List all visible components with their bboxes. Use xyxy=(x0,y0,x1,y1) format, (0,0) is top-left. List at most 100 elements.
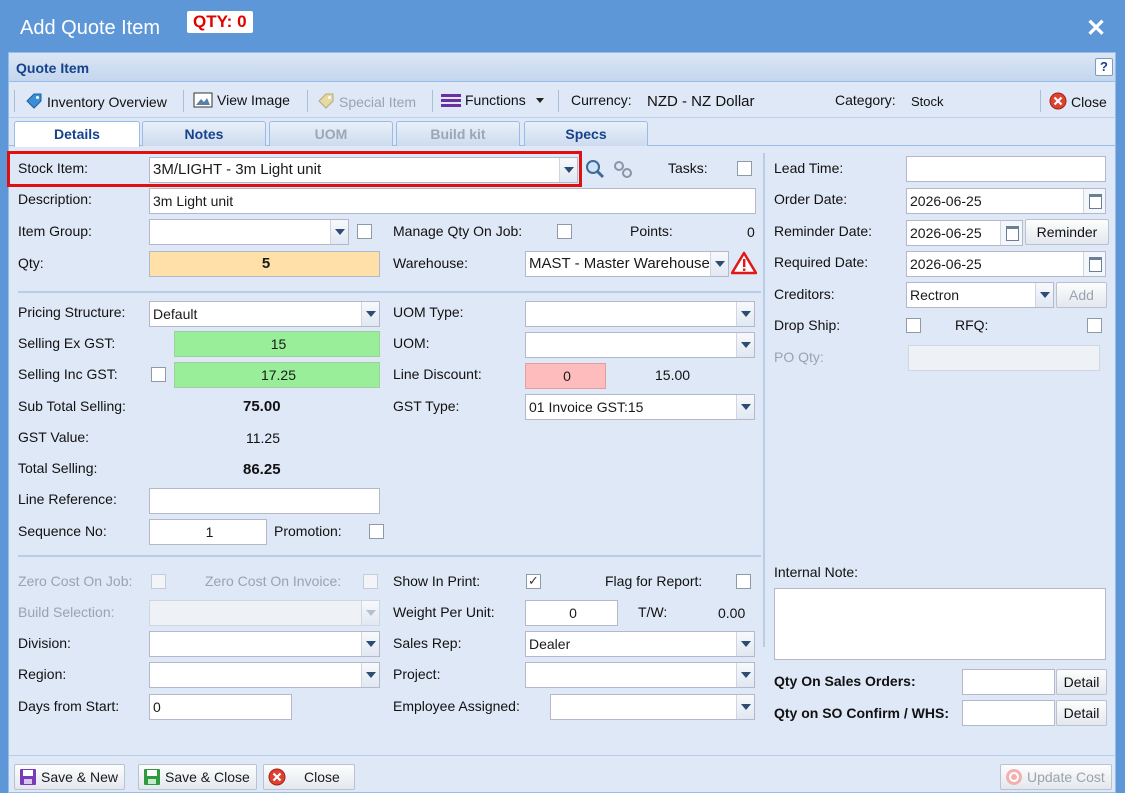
sequence-no-input[interactable]: 1 xyxy=(149,519,267,545)
help-button[interactable]: ? xyxy=(1095,58,1113,76)
zero-cost-invoice-label: Zero Cost On Invoice: xyxy=(205,573,342,589)
line-reference-input[interactable] xyxy=(149,488,380,514)
calendar-icon[interactable] xyxy=(1083,189,1105,213)
selling-inc-gst-label: Selling Inc GST: xyxy=(18,366,118,382)
drop-ship-label: Drop Ship: xyxy=(774,317,841,333)
link-icon[interactable] xyxy=(611,158,635,180)
pricing-structure-combo[interactable]: Default xyxy=(149,301,380,327)
zero-cost-invoice-checkbox[interactable] xyxy=(363,574,378,589)
order-date-label: Order Date: xyxy=(774,191,848,207)
qty-on-so-detail-button[interactable]: Detail xyxy=(1056,669,1107,695)
search-icon[interactable] xyxy=(584,158,606,180)
promotion-checkbox[interactable] xyxy=(369,524,384,539)
required-date-label: Required Date: xyxy=(774,254,869,270)
manage-qty-checkbox[interactable] xyxy=(557,224,572,239)
column-divider xyxy=(763,153,765,647)
sequence-no-label: Sequence No: xyxy=(18,523,107,539)
view-image-button[interactable]: View Image xyxy=(193,92,290,108)
qty-on-so-confirm-detail-button[interactable]: Detail xyxy=(1056,700,1107,726)
qty-input[interactable]: 5 xyxy=(149,251,380,277)
description-input[interactable]: 3m Light unit xyxy=(149,188,756,214)
order-date-input[interactable]: 2026-06-25 xyxy=(906,188,1106,214)
calendar-icon[interactable] xyxy=(1000,221,1022,245)
tab-details[interactable]: Details xyxy=(14,121,140,147)
zero-cost-job-checkbox[interactable] xyxy=(151,574,166,589)
selling-inc-gst-input[interactable]: 17.25 xyxy=(174,362,380,388)
image-icon xyxy=(193,92,213,108)
calendar-icon[interactable] xyxy=(1083,252,1105,276)
section-divider xyxy=(18,291,761,293)
qty-on-so-label: Qty On Sales Orders: xyxy=(774,673,916,689)
line-discount-amount: 15.00 xyxy=(655,367,691,383)
internal-note-label: Internal Note: xyxy=(774,564,859,580)
tab-notes[interactable]: Notes xyxy=(142,121,266,146)
special-item-button[interactable]: Special Item xyxy=(317,92,416,110)
tag-icon xyxy=(26,93,42,109)
po-qty-input[interactable] xyxy=(908,345,1100,371)
po-qty-label: PO Qty: xyxy=(774,349,824,365)
line-discount-label: Line Discount: xyxy=(393,366,482,382)
window-title: Add Quote Item xyxy=(20,17,161,39)
toolbar-close-button[interactable]: Close xyxy=(1049,92,1107,110)
save-new-button[interactable]: Save & New xyxy=(14,764,126,790)
selling-inc-gst-checkbox[interactable] xyxy=(151,367,166,382)
tab-specs[interactable]: Specs xyxy=(524,121,648,146)
lead-time-input[interactable] xyxy=(906,156,1106,182)
currency-value: NZD - NZ Dollar xyxy=(647,93,755,110)
tab-uom[interactable]: UOM xyxy=(269,121,393,146)
save-close-button[interactable]: Save & Close xyxy=(138,764,257,790)
selling-ex-gst-input[interactable]: 15 xyxy=(174,331,380,357)
points-value: 0 xyxy=(747,224,755,240)
uom-type-combo[interactable] xyxy=(525,301,755,327)
creditors-combo[interactable]: Rectron xyxy=(906,282,1054,308)
reminder-date-label: Reminder Date: xyxy=(774,223,873,239)
currency-label: Currency: xyxy=(571,92,632,108)
reminder-button[interactable]: Reminder xyxy=(1025,219,1109,245)
tab-build-kit[interactable]: Build kit xyxy=(396,121,520,146)
warehouse-combo[interactable]: MAST - Master Warehouse xyxy=(525,251,729,277)
tag-icon xyxy=(318,93,334,109)
warning-icon xyxy=(731,251,757,275)
project-combo[interactable] xyxy=(525,662,755,688)
toolbar: Inventory Overview View Image Special It… xyxy=(9,82,1115,118)
window-close-icon[interactable]: ✕ xyxy=(1086,14,1106,43)
sales-rep-combo[interactable]: Dealer xyxy=(525,631,755,657)
days-from-start-input[interactable]: 0 xyxy=(149,694,292,720)
qty-on-so-confirm-label: Qty on SO Confirm / WHS: xyxy=(774,705,949,721)
tasks-label: Tasks: xyxy=(668,160,708,176)
line-discount-input[interactable]: 0 xyxy=(525,363,606,389)
inventory-overview-button[interactable]: Inventory Overview xyxy=(25,92,167,110)
weight-per-unit-input[interactable]: 0 xyxy=(525,600,618,626)
functions-menu-button[interactable]: Functions xyxy=(441,92,544,108)
close-icon xyxy=(1049,92,1067,110)
sub-total-value: 75.00 xyxy=(243,398,281,415)
tasks-checkbox[interactable] xyxy=(737,161,752,176)
internal-note-textarea[interactable] xyxy=(774,588,1106,660)
gst-type-combo[interactable]: 01 Invoice GST:15 xyxy=(525,394,755,420)
flag-report-checkbox[interactable] xyxy=(736,574,751,589)
employee-assigned-combo[interactable] xyxy=(550,694,755,720)
qty-on-so-confirm-input[interactable] xyxy=(962,700,1055,726)
footer-close-button[interactable]: Close xyxy=(263,764,355,790)
qty-badge: QTY: 0 xyxy=(187,11,253,33)
selling-ex-gst-label: Selling Ex GST: xyxy=(18,335,116,351)
rfq-checkbox[interactable] xyxy=(1087,318,1102,333)
update-cost-button[interactable]: Update Cost xyxy=(1000,764,1112,790)
region-combo[interactable] xyxy=(149,662,380,688)
drop-ship-checkbox[interactable] xyxy=(906,318,921,333)
days-from-start-label: Days from Start: xyxy=(18,698,120,714)
build-selection-combo[interactable] xyxy=(149,600,380,626)
uom-combo[interactable] xyxy=(525,332,755,358)
reminder-date-input[interactable]: 2026-06-25 xyxy=(906,220,1023,246)
add-creditor-button[interactable]: Add xyxy=(1056,282,1107,308)
employee-assigned-label: Employee Assigned: xyxy=(393,698,520,714)
category-label: Category: xyxy=(835,92,896,108)
gst-type-label: GST Type: xyxy=(393,398,460,414)
qty-on-so-input[interactable] xyxy=(962,669,1055,695)
item-group-combo[interactable] xyxy=(149,219,349,245)
build-selection-label: Build Selection: xyxy=(18,604,115,620)
required-date-input[interactable]: 2026-06-25 xyxy=(906,251,1106,277)
item-group-checkbox[interactable] xyxy=(357,224,372,239)
division-combo[interactable] xyxy=(149,631,380,657)
show-in-print-checkbox[interactable]: ✓ xyxy=(526,574,541,589)
